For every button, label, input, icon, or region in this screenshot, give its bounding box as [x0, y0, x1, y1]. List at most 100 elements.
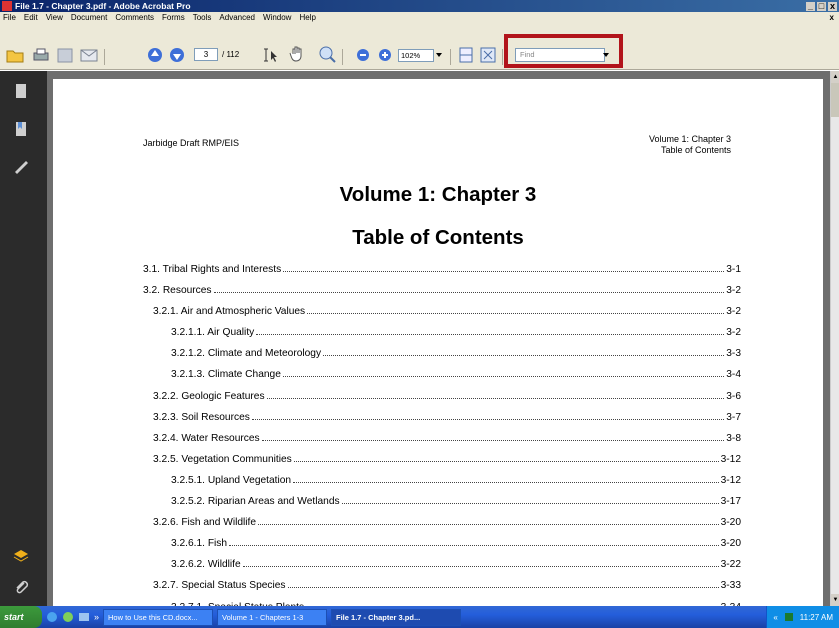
- running-header-right-line1: Volume 1: Chapter 3: [648, 134, 731, 144]
- menu-edit[interactable]: Edit: [24, 13, 38, 22]
- taskbar-item-folder[interactable]: Volume 1 - Chapters 1-3: [217, 608, 328, 626]
- maximize-button[interactable]: □: [817, 1, 826, 11]
- toc-entry[interactable]: 3.1. Tribal Rights and Interests 3-1: [143, 264, 741, 285]
- toc-entry-page: 3-20: [720, 517, 741, 529]
- zoom-marquee-icon[interactable]: [318, 45, 338, 63]
- internet-explorer-icon[interactable]: [46, 611, 58, 623]
- toolbar-separator: [502, 49, 503, 65]
- toc-entry-label: 3.2.1.3. Climate Change: [171, 369, 281, 381]
- open-folder-icon[interactable]: [6, 47, 24, 65]
- running-header-right: Volume 1: Chapter 3 Table of Contents: [649, 134, 731, 156]
- pages-panel-icon[interactable]: [13, 83, 29, 99]
- quick-launch-overflow[interactable]: »: [94, 612, 99, 622]
- toc-entry-page: 3-4: [726, 369, 741, 381]
- window-title: File 1.7 - Chapter 3.pdf - Adobe Acrobat…: [15, 1, 191, 11]
- menu-tools[interactable]: Tools: [193, 13, 212, 22]
- email-icon[interactable]: [80, 47, 98, 65]
- close-button[interactable]: x: [828, 1, 837, 11]
- toc-entry[interactable]: 3.2.7. Special Status Species 3-33: [143, 580, 741, 601]
- table-of-contents: 3.1. Tribal Rights and Interests 3-1 3.2. …: [143, 264, 741, 623]
- toc-entry-label: 3.2.1.2. Climate and Meteorology: [171, 348, 322, 360]
- messenger-icon[interactable]: [62, 611, 74, 623]
- bookmarks-panel-icon[interactable]: [13, 121, 29, 137]
- pdf-page: Jarbidge Draft RMP/EIS Volume 1: Chapter…: [53, 79, 823, 613]
- toc-leader-dots: [287, 580, 719, 589]
- toc-entry[interactable]: 3.2.4. Water Resources 3-8: [143, 433, 741, 454]
- close-document-button[interactable]: x: [830, 13, 839, 22]
- save-icon[interactable]: [56, 47, 74, 65]
- hand-tool-icon[interactable]: [288, 45, 306, 63]
- menu-file[interactable]: File: [3, 13, 16, 22]
- toc-entry-page: 3-33: [720, 580, 741, 592]
- page-number-input[interactable]: 3: [194, 48, 218, 61]
- menu-view[interactable]: View: [46, 13, 63, 22]
- toc-entry[interactable]: 3.2.2. Geologic Features 3-6: [143, 391, 741, 412]
- tray-expand-button[interactable]: «: [773, 613, 777, 622]
- taskbar-item-acrobat[interactable]: File 1.7 - Chapter 3.pd...: [331, 608, 462, 626]
- zoom-level-input[interactable]: 102%: [398, 49, 434, 62]
- menu-comments[interactable]: Comments: [115, 13, 154, 22]
- toc-entry-label: 3.2. Resources: [143, 285, 212, 297]
- system-tray: « 11:27 AM: [766, 606, 839, 628]
- toc-entry[interactable]: 3.2.3. Soil Resources 3-7: [143, 412, 741, 433]
- running-header-right-line2: Table of Contents: [660, 145, 731, 155]
- zoom-dropdown-icon[interactable]: [436, 53, 442, 57]
- menu-forms[interactable]: Forms: [162, 13, 185, 22]
- next-page-icon[interactable]: [168, 47, 186, 65]
- signatures-panel-icon[interactable]: [13, 159, 29, 175]
- scroll-up-button[interactable]: ▲: [831, 71, 839, 83]
- toc-leader-dots: [293, 454, 719, 462]
- document-title: Volume 1: Chapter 3: [339, 183, 537, 206]
- toc-entry-page: 3-7: [726, 411, 741, 423]
- show-desktop-icon[interactable]: [78, 611, 90, 623]
- toc-entry[interactable]: 3.2.5.1. Upland Vegetation 3-12: [143, 475, 741, 496]
- attachments-panel-icon[interactable]: [13, 579, 29, 595]
- toc-entry-page: 3-8: [726, 432, 741, 444]
- toc-entry-page: 3-2: [726, 285, 741, 297]
- zoom-out-icon[interactable]: [356, 48, 370, 66]
- toc-leader-dots: [282, 369, 725, 378]
- toc-entry-page: 3-3: [726, 348, 741, 360]
- title-bar: File 1.7 - Chapter 3.pdf - Adobe Acrobat…: [0, 0, 839, 12]
- document-viewer[interactable]: Jarbidge Draft RMP/EIS Volume 1: Chapter…: [47, 71, 830, 613]
- full-screen-icon[interactable]: [480, 47, 496, 65]
- vertical-scrollbar[interactable]: ▲ ▼: [830, 71, 839, 606]
- toc-entry-label: 3.2.5. Vegetation Communities: [153, 453, 292, 465]
- scrollbar-thumb[interactable]: [831, 83, 839, 117]
- taskbar-item-word-doc[interactable]: How to Use this CD.docx...: [103, 608, 214, 626]
- layers-panel-icon[interactable]: [13, 546, 29, 562]
- toc-entry-label: 3.2.5.1. Upland Vegetation: [171, 474, 292, 486]
- print-icon[interactable]: [32, 47, 50, 65]
- toc-entry[interactable]: 3.2. Resources 3-2: [143, 285, 741, 306]
- scrolling-mode-icon[interactable]: [458, 47, 474, 65]
- toc-entry[interactable]: 3.2.1.1. Air Quality 3-2: [143, 327, 741, 348]
- toolbar-separator: [450, 49, 451, 65]
- toc-entry[interactable]: 3.2.5. Vegetation Communities 3-12: [143, 454, 741, 475]
- zoom-in-icon[interactable]: [378, 48, 392, 66]
- toc-leader-dots: [266, 391, 725, 399]
- toc-entry-page: 3-2: [726, 327, 741, 339]
- toc-entry[interactable]: 3.2.6.1. Fish 3-20: [143, 538, 741, 559]
- page-count: / 112: [222, 50, 240, 59]
- toc-entry-page: 3-6: [726, 390, 741, 402]
- toc-entry-page: 3-2: [726, 306, 741, 318]
- select-text-icon[interactable]: [262, 47, 280, 65]
- toc-entry[interactable]: 3.2.5.2. Riparian Areas and Wetlands 3-17: [143, 496, 741, 517]
- start-button[interactable]: start: [0, 606, 42, 628]
- network-icon[interactable]: [784, 612, 794, 622]
- toc-leader-dots: [341, 496, 719, 505]
- menu-document[interactable]: Document: [71, 13, 107, 22]
- toc-entry-label: 3.2.6.1. Fish: [171, 538, 228, 550]
- menu-bar: File Edit View Document Comments Forms T…: [0, 12, 839, 23]
- toc-entry[interactable]: 3.2.1. Air and Atmospheric Values 3-2: [143, 306, 741, 327]
- toc-entry[interactable]: 3.2.1.2. Climate and Meteorology 3-3: [143, 348, 741, 369]
- previous-page-icon[interactable]: [146, 47, 164, 65]
- minimize-button[interactable]: _: [806, 1, 815, 11]
- menu-advanced[interactable]: Advanced: [219, 13, 255, 22]
- menu-help[interactable]: Help: [299, 13, 315, 22]
- toc-entry[interactable]: 3.2.6.2. Wildlife 3-22: [143, 559, 741, 580]
- toc-entry[interactable]: 3.2.1.3. Climate Change 3-4: [143, 369, 741, 390]
- toc-entry[interactable]: 3.2.6. Fish and Wildlife 3-20: [143, 517, 741, 538]
- scroll-down-button[interactable]: ▼: [831, 594, 839, 606]
- menu-window[interactable]: Window: [263, 13, 291, 22]
